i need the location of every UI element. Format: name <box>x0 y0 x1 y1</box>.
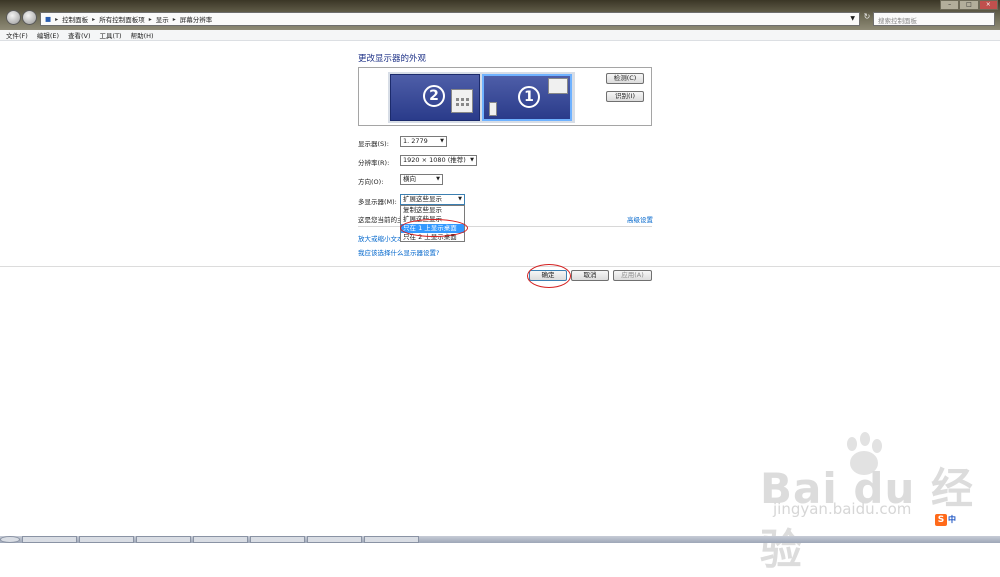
taskbar-item[interactable] <box>79 536 134 543</box>
orientation-value: 横向 <box>403 175 416 183</box>
taskbar-item[interactable] <box>22 536 77 543</box>
multi-display-label: 多显示器(M): <box>358 198 397 206</box>
dropdown-arrow-icon: ▼ <box>470 157 474 163</box>
close-button[interactable]: × <box>978 0 998 10</box>
refresh-icon[interactable]: ↻ <box>862 12 872 26</box>
menu-bar: 文件(F) 编辑(E) 查看(V) 工具(T) 帮助(H) <box>0 30 1000 41</box>
orientation-label: 方向(O): <box>358 178 384 186</box>
display-label: 显示器(S): <box>358 140 389 148</box>
text-size-link[interactable]: 放大或缩小文本 <box>358 233 404 243</box>
identify-button[interactable]: 识别(I) <box>606 91 644 102</box>
monitor-2[interactable]: 2 <box>390 74 480 121</box>
resolution-value: 1920 × 1080 (推荐) <box>403 156 466 164</box>
taskbar-item[interactable] <box>250 536 305 543</box>
window-controls: – □ × <box>940 0 998 10</box>
orientation-select[interactable]: 横向 ▼ <box>400 174 443 185</box>
dropdown-option-duplicate[interactable]: 复制这些显示 <box>401 206 464 215</box>
taskbar-item[interactable] <box>136 536 191 543</box>
pc-tower-icon <box>489 102 497 116</box>
search-input[interactable]: 搜索控制面板 <box>873 12 995 26</box>
control-panel-icon: ■ <box>45 15 52 23</box>
monitor-tower-icon <box>451 89 473 113</box>
multi-display-value: 扩展这些显示 <box>403 195 442 203</box>
menu-tools[interactable]: 工具(T) <box>100 30 122 40</box>
ime-language: 中 <box>948 515 956 524</box>
cancel-button[interactable]: 取消 <box>571 270 609 281</box>
ime-indicator[interactable]: S 中 <box>935 513 975 526</box>
resolution-label: 分辨率(R): <box>358 159 390 167</box>
address-bar[interactable]: ■ ▸ 控制面板 ▸ 所有控制面板项 ▸ 显示 ▸ 屏幕分辨率 ▼ <box>40 12 860 26</box>
divider <box>0 266 1000 267</box>
breadcrumb-all-items[interactable]: 所有控制面板项 <box>95 14 149 24</box>
taskbar <box>0 536 1000 543</box>
dropdown-arrow-icon: ▼ <box>436 176 440 182</box>
display-value: 1. 2779 <box>403 137 428 145</box>
breadcrumb-display[interactable]: 显示 <box>152 14 173 24</box>
menu-view[interactable]: 查看(V) <box>68 30 91 40</box>
page-title: 更改显示器的外观 <box>358 54 427 64</box>
annotation-circle <box>527 264 571 288</box>
resolution-select[interactable]: 1920 × 1080 (推荐) ▼ <box>400 155 477 166</box>
monitor-1[interactable]: 1 <box>482 74 572 121</box>
menu-help[interactable]: 帮助(H) <box>131 30 154 40</box>
chevron-down-icon[interactable]: ▼ <box>850 15 855 22</box>
advanced-settings-link[interactable]: 高级设置 <box>627 214 653 224</box>
dropdown-arrow-icon: ▼ <box>440 138 444 144</box>
menu-edit[interactable]: 编辑(E) <box>37 30 59 40</box>
breadcrumb-control-panel[interactable]: 控制面板 <box>58 14 92 24</box>
back-button[interactable] <box>6 10 21 25</box>
detect-button[interactable]: 检测(C) <box>606 73 644 84</box>
which-settings-link[interactable]: 我应该选择什么显示器设置? <box>358 247 439 257</box>
annotation-circle <box>400 219 468 237</box>
monitor-screen-icon <box>548 78 568 94</box>
breadcrumb-resolution[interactable]: 屏幕分辨率 <box>176 14 217 24</box>
dropdown-arrow-icon: ▼ <box>458 196 462 202</box>
watermark-url: jingyan.baidu.com <box>773 500 912 518</box>
minimize-button[interactable]: – <box>940 0 960 10</box>
monitor-number: 2 <box>423 85 445 107</box>
taskbar-item[interactable] <box>193 536 248 543</box>
monitor-tray: 2 1 <box>388 72 575 123</box>
monitor-number: 1 <box>518 86 540 108</box>
taskbar-item[interactable] <box>364 536 419 543</box>
menu-file[interactable]: 文件(F) <box>6 30 28 40</box>
forward-button[interactable] <box>22 10 37 25</box>
sogou-icon: S <box>935 513 947 526</box>
multi-display-select[interactable]: 扩展这些显示 ▼ <box>400 194 465 205</box>
start-button[interactable] <box>0 536 20 543</box>
description-text: 这是您当前的主 <box>358 216 404 224</box>
maximize-button[interactable]: □ <box>959 0 979 10</box>
taskbar-item[interactable] <box>307 536 362 543</box>
apply-button[interactable]: 应用(A) <box>613 270 652 281</box>
display-select[interactable]: 1. 2779 ▼ <box>400 136 447 147</box>
